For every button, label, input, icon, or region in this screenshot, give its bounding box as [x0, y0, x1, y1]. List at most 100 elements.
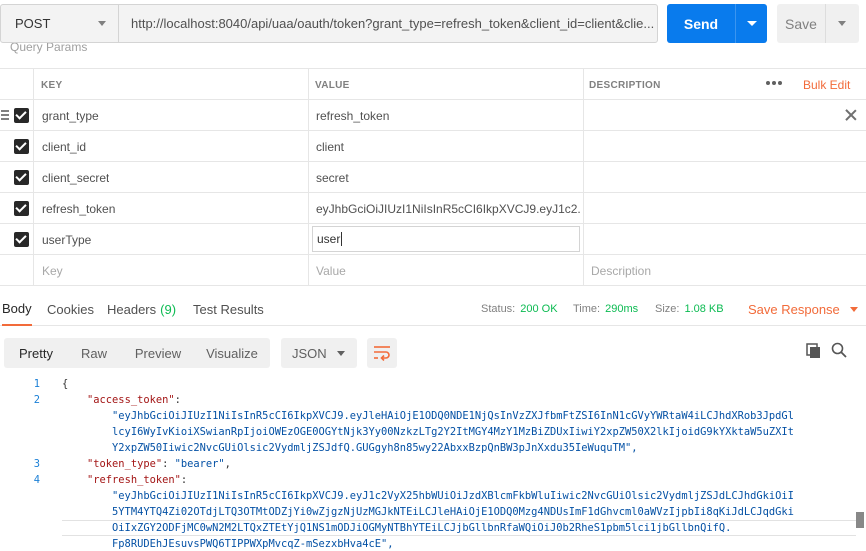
- param-key[interactable]: refresh_token: [42, 193, 115, 224]
- line-number: 4: [33, 474, 40, 486]
- scrollbar-thumb[interactable]: [856, 512, 864, 528]
- param-key[interactable]: client_secret: [42, 162, 109, 193]
- param-value[interactable]: eyJhbGciOiJIUzI1NiIsInR5cCI6IkpXVCJ9.eyJ…: [316, 193, 580, 224]
- section-title: Query Params: [10, 43, 88, 54]
- row-checkbox[interactable]: [14, 108, 29, 123]
- text-cursor: [341, 232, 343, 246]
- line-number: [0, 536, 40, 551]
- table-row: client_secret secret: [0, 162, 866, 193]
- tab-headers[interactable]: Headers (9): [107, 292, 176, 326]
- new-key-input[interactable]: Key: [42, 255, 63, 286]
- headers-count: (9): [160, 301, 177, 317]
- code-line: lcyI6WyIvKioiXSwianRpIjoiOWEzOGE0OGYtNjk…: [62, 426, 794, 438]
- line-number: [0, 408, 40, 424]
- row-checkbox[interactable]: [14, 201, 29, 216]
- row-checkbox[interactable]: [14, 232, 29, 247]
- tab-cookies[interactable]: Cookies: [47, 292, 94, 326]
- param-value[interactable]: secret: [316, 162, 349, 193]
- code-line: "token_type": "bearer",: [87, 458, 231, 470]
- bulk-edit-link[interactable]: Bulk Edit: [803, 69, 850, 101]
- table-row: client_id client: [0, 131, 866, 162]
- code-line: Y2xpZW50Iiwic2NvcGUiOlsic2VydmljZSJdfQ.G…: [62, 442, 638, 454]
- tab-test-results[interactable]: Test Results: [193, 292, 264, 326]
- status-readout: Status: 200 OK: [481, 303, 558, 315]
- line-number: 3: [33, 458, 40, 470]
- copy-icon[interactable]: [806, 343, 822, 359]
- code-line: "eyJhbGciOiJIUzI1NiIsInR5cCI6IkpXVCJ9.ey…: [62, 490, 794, 502]
- chevron-down-icon: [98, 21, 106, 26]
- response-body-viewer[interactable]: 1 2 3 4 { "access_token": "eyJhbGciOiJIUzI1…: [0, 376, 866, 551]
- save-dropdown-chevron-icon[interactable]: [838, 21, 846, 26]
- response-tabs: Body Cookies Headers (9) Test Results Sta…: [0, 292, 866, 326]
- view-pretty[interactable]: Pretty: [6, 338, 66, 368]
- code-line: Fp8RUDEhJEsuvsPWQ6TIPPWXpMvcqZ-mSezxbHva…: [62, 538, 394, 550]
- divider: [735, 4, 736, 43]
- code-line: OiIxZGY2ODFjMC0wN2M2LTQxZTEtYjQ1NS1mODJi…: [62, 522, 732, 534]
- code-line: 5YTM4YTQ4Zi02OTdjLTQ3OTMtODZjYi0wZjgzNjU…: [62, 506, 794, 518]
- send-button[interactable]: Send: [667, 4, 767, 43]
- code-line: "refresh_token":: [87, 474, 188, 486]
- table-row: grant_type refresh_token: [0, 100, 866, 131]
- send-label: Send: [683, 15, 719, 32]
- line-number: [0, 488, 40, 504]
- column-header-description: DESCRIPTION: [589, 79, 661, 91]
- line-number: [0, 424, 40, 440]
- time-readout: Time: 290ms: [573, 303, 639, 315]
- view-preview[interactable]: Preview: [122, 338, 194, 368]
- send-dropdown-chevron-icon[interactable]: [747, 21, 757, 26]
- param-value: user: [317, 232, 341, 246]
- format-select[interactable]: JSON: [281, 338, 357, 368]
- table-row: refresh_token eyJhbGciOiJIUzI1NiIsInR5cC…: [0, 193, 866, 224]
- view-mode-segment: Pretty Raw Preview Visualize: [4, 338, 270, 368]
- column-header-key: KEY: [41, 79, 63, 91]
- code-lines: { "access_token": "eyJhbGciOiJIUzI1NiIsI…: [62, 376, 852, 551]
- scrollbar[interactable]: [856, 376, 864, 551]
- column-header-value: VALUE: [315, 79, 350, 91]
- param-key[interactable]: userType: [42, 224, 91, 255]
- more-options-icon[interactable]: [766, 81, 782, 85]
- tab-body[interactable]: Body: [2, 292, 32, 326]
- line-number: [0, 440, 40, 456]
- chevron-down-icon: [337, 351, 345, 356]
- row-checkbox[interactable]: [14, 139, 29, 154]
- param-value[interactable]: client: [316, 131, 344, 162]
- chevron-down-icon: [849, 306, 858, 312]
- wrap-lines-button[interactable]: [367, 338, 397, 368]
- size-value: 1.08 KB: [684, 303, 724, 315]
- size-readout: Size: 1.08 KB: [655, 303, 724, 315]
- drag-handle-icon[interactable]: [1, 110, 9, 120]
- new-description-input[interactable]: Description: [591, 255, 651, 286]
- table-header: KEY VALUE DESCRIPTION Bulk Edit: [0, 68, 866, 101]
- wrap-icon: [374, 346, 390, 361]
- format-label: JSON: [292, 345, 327, 361]
- new-value-input[interactable]: Value: [316, 255, 346, 286]
- table-row-new: Key Value Description: [0, 255, 866, 286]
- method-select[interactable]: POST: [0, 4, 119, 43]
- status-value: 200 OK: [520, 303, 558, 315]
- url-input[interactable]: http://localhost:8040/api/uaa/oauth/toke…: [118, 4, 658, 43]
- request-bar: POST http://localhost:8040/api/uaa/oauth…: [0, 0, 866, 48]
- delete-row-icon[interactable]: [845, 109, 857, 121]
- line-number: [0, 504, 40, 520]
- search-icon[interactable]: [831, 342, 847, 358]
- param-key[interactable]: client_id: [42, 131, 86, 162]
- view-raw[interactable]: Raw: [66, 338, 122, 368]
- code-line: "access_token":: [87, 394, 181, 406]
- line-number: 2: [33, 394, 40, 406]
- param-value[interactable]: refresh_token: [316, 100, 389, 131]
- divider: [825, 4, 826, 43]
- view-visualize[interactable]: Visualize: [194, 338, 270, 368]
- param-value-input[interactable]: user: [312, 226, 580, 252]
- save-button[interactable]: Save: [777, 4, 859, 43]
- body-toolbar: Pretty Raw Preview Visualize JSON: [0, 334, 866, 372]
- row-checkbox[interactable]: [14, 170, 29, 185]
- code-line: {: [62, 378, 69, 390]
- line-number: [0, 520, 40, 536]
- code-line: "eyJhbGciOiJIUzI1NiIsInR5cCI6IkpXVCJ9.ey…: [62, 410, 794, 422]
- table-row: userType user: [0, 224, 866, 255]
- time-value: 290ms: [605, 303, 639, 315]
- param-key[interactable]: grant_type: [42, 100, 99, 131]
- save-response-button[interactable]: Save Response: [748, 292, 858, 326]
- line-number: 1: [33, 378, 40, 390]
- method-label: POST: [15, 16, 51, 31]
